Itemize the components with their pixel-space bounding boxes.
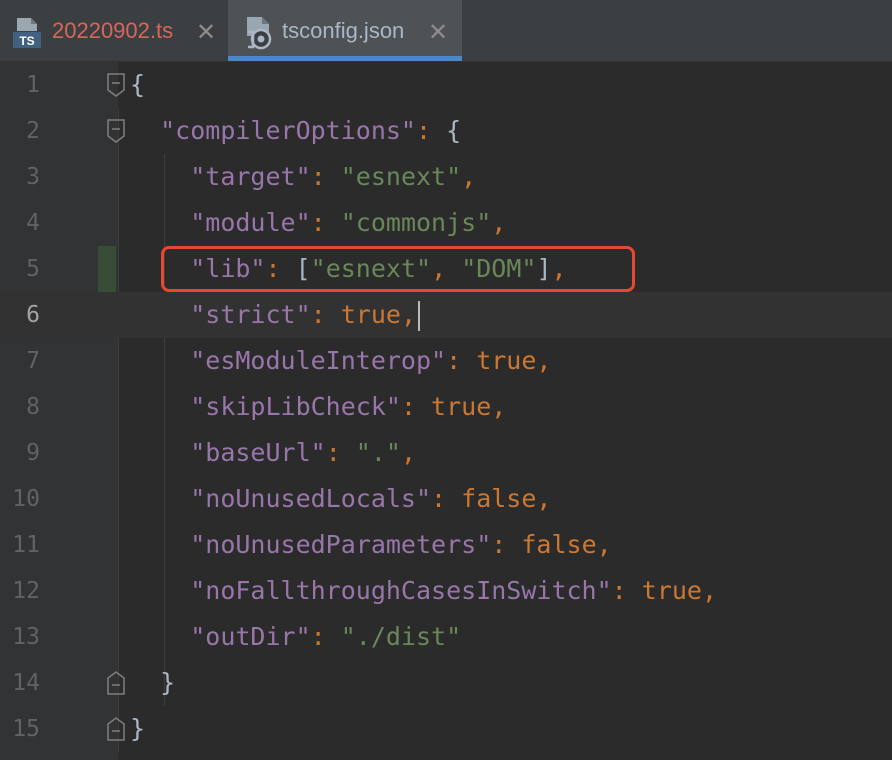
code-line-current: 6 "strict": true, (0, 292, 892, 338)
line-number: 7 (26, 348, 40, 374)
code-line: 14 } (0, 660, 892, 706)
fold-close-icon[interactable] (106, 716, 126, 742)
code-line: 7 "esModuleInterop": true, (0, 338, 892, 384)
code-line: 9 "baseUrl": ".", (0, 430, 892, 476)
line-number: 2 (26, 118, 40, 144)
code-editor[interactable]: 1 { 2 "compilerOptions": { 3 "target": "… (0, 62, 892, 760)
code-line: 1 { (0, 62, 892, 108)
line-number: 13 (12, 624, 40, 650)
tsconfig-json-file-icon (247, 17, 272, 50)
code-line: 10 "noUnusedLocals": false, (0, 476, 892, 522)
tab-label: tsconfig.json (282, 17, 405, 43)
close-tab-icon[interactable]: ✕ (196, 18, 216, 47)
line-number: 8 (26, 394, 40, 420)
line-number: 15 (12, 716, 40, 742)
line-number: 11 (12, 532, 40, 558)
text-caret (418, 301, 421, 331)
code-line: 4 "module": "commonjs", (0, 200, 892, 246)
code-line: 8 "skipLibCheck": true, (0, 384, 892, 430)
typescript-file-icon: TS (13, 18, 41, 48)
line-number: 5 (26, 256, 40, 282)
code-line: 12 "noFallthroughCasesInSwitch": true, (0, 568, 892, 614)
fold-open-icon[interactable] (106, 72, 126, 98)
code-line: 15 } (0, 706, 892, 752)
line-number: 3 (26, 164, 40, 190)
tab-label: 20220902.ts (52, 17, 174, 43)
line-number: 12 (12, 578, 40, 604)
svg-text:TS: TS (19, 34, 34, 48)
line-number: 9 (26, 440, 40, 466)
line-number: 4 (26, 210, 40, 236)
active-tab-indicator (228, 56, 462, 61)
line-number: 1 (26, 72, 40, 98)
line-number: 10 (12, 486, 40, 512)
editor-tab-bar: TS 20220902.ts ✕ tsconfig.json ✕ (0, 0, 892, 62)
close-tab-icon[interactable]: ✕ (428, 18, 448, 47)
tab-20220902-ts[interactable]: TS 20220902.ts ✕ (0, 0, 226, 61)
annotation-highlight-box (161, 246, 635, 292)
code-line: 2 "compilerOptions": { (0, 108, 892, 154)
code-line: 11 "noUnusedParameters": false, (0, 522, 892, 568)
line-number: 14 (12, 670, 40, 696)
code-line: 3 "target": "esnext", (0, 154, 892, 200)
line-number: 6 (26, 302, 40, 328)
fold-close-icon[interactable] (106, 670, 126, 696)
fold-open-icon[interactable] (106, 118, 126, 144)
code-line: 13 "outDir": "./dist" (0, 614, 892, 660)
